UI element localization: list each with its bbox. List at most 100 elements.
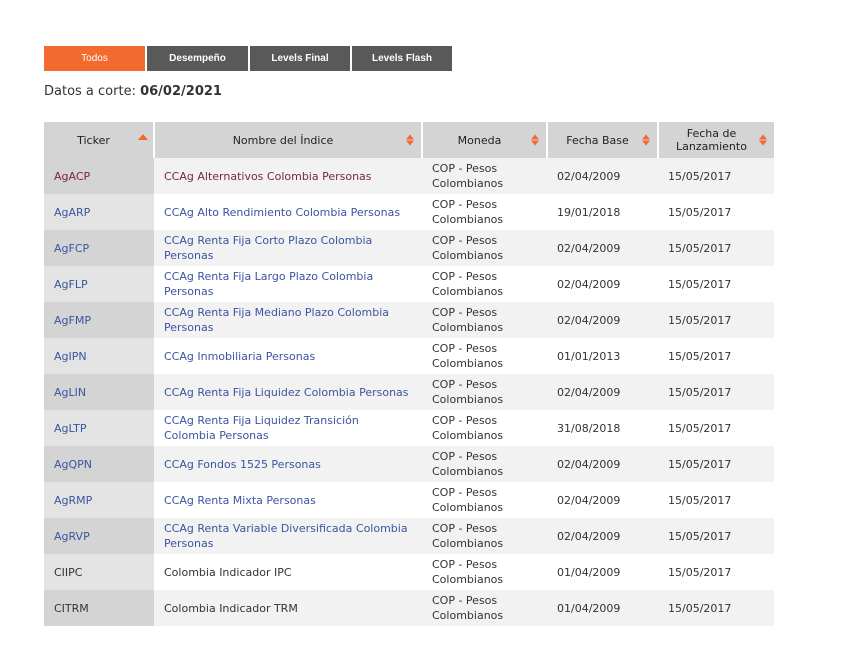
fecha-base-text: 02/04/2009	[557, 457, 621, 471]
index-name-link[interactable]: CCAg Inmobiliaria Personas	[164, 350, 315, 363]
sort-asc-icon[interactable]	[138, 134, 148, 140]
fecha-lanzamiento-text: 15/05/2017	[668, 205, 732, 219]
tab-levels-flash[interactable]: Levels Flash	[352, 46, 452, 71]
ticker-link[interactable]: AgFLP	[54, 278, 88, 291]
moneda-cell: COP - Pesos Colombianos	[422, 302, 547, 338]
tab-bar: Todos Desempeño Levels Final Levels Flas…	[44, 46, 452, 71]
fecha-base-cell: 01/01/2013	[547, 338, 658, 374]
ticker-cell: CITRM	[44, 590, 154, 626]
moneda-cell: COP - Pesos Colombianos	[422, 482, 547, 518]
sort-icon[interactable]	[759, 134, 767, 146]
ticker-cell: AgARP	[44, 194, 154, 230]
header-ticker[interactable]: Ticker	[44, 122, 155, 158]
header-name[interactable]: Nombre del Índice	[154, 122, 423, 158]
table-row: CITRM Colombia Indicador TRM COP - Pesos C…	[44, 590, 774, 626]
index-name-cell: CCAg Renta Fija Largo Plazo Colombia Per…	[154, 266, 422, 302]
moneda-text: COP - Pesos Colombianos	[432, 234, 504, 262]
index-name-link[interactable]: CCAg Renta Fija Liquidez Transición Colo…	[164, 414, 359, 442]
fecha-lanzamiento-cell: 15/05/2017	[658, 446, 774, 482]
ticker-link[interactable]: AgARP	[54, 206, 90, 219]
ticker-link[interactable]: AgRMP	[54, 494, 92, 507]
table-row: AgFLP CCAg Renta Fija Largo Plazo Colombi…	[44, 266, 774, 302]
fecha-lanzamiento-cell: 15/05/2017	[658, 374, 774, 410]
table-row: AgQPN CCAg Fondos 1525 Personas COP - Peso…	[44, 446, 774, 482]
fecha-lanzamiento-text: 15/05/2017	[668, 313, 732, 327]
fecha-lanzamiento-text: 15/05/2017	[668, 277, 732, 291]
moneda-cell: COP - Pesos Colombianos	[422, 518, 547, 554]
fecha-lanzamiento-text: 15/05/2017	[668, 565, 732, 579]
table-row: AgARP CCAg Alto Rendimiento Colombia Pers…	[44, 194, 774, 230]
fecha-lanzamiento-cell: 15/05/2017	[658, 410, 774, 446]
header-fecha-lanzamiento-label: Fecha de Lanzamiento	[676, 127, 747, 153]
fecha-lanzamiento-cell: 15/05/2017	[658, 302, 774, 338]
ticker-text: CITRM	[54, 601, 89, 615]
header-fecha-lanzamiento[interactable]: Fecha de Lanzamiento	[658, 122, 774, 158]
ticker-link[interactable]: AgFMP	[54, 314, 91, 327]
moneda-cell: COP - Pesos Colombianos	[422, 266, 547, 302]
ticker-cell: AgLIN	[44, 374, 154, 410]
moneda-cell: COP - Pesos Colombianos	[422, 374, 547, 410]
fecha-base-cell: 02/04/2009	[547, 374, 658, 410]
ticker-link[interactable]: AgLTP	[54, 422, 86, 435]
header-moneda[interactable]: Moneda	[422, 122, 548, 158]
ticker-link[interactable]: AgACP	[54, 170, 90, 183]
cut-date-label: Datos a corte:	[44, 84, 141, 99]
ticker-link[interactable]: AgIPN	[54, 350, 87, 363]
fecha-lanzamiento-cell: 15/05/2017	[658, 266, 774, 302]
fecha-lanzamiento-cell: 15/05/2017	[658, 590, 774, 626]
tab-todos[interactable]: Todos	[44, 46, 145, 71]
header-fecha-base[interactable]: Fecha Base	[547, 122, 659, 158]
fecha-base-text: 01/04/2009	[557, 565, 621, 579]
sort-icon[interactable]	[406, 134, 414, 146]
moneda-cell: COP - Pesos Colombianos	[422, 446, 547, 482]
fecha-lanzamiento-cell: 15/05/2017	[658, 194, 774, 230]
moneda-cell: COP - Pesos Colombianos	[422, 590, 547, 626]
fecha-base-cell: 02/04/2009	[547, 230, 658, 266]
ticker-cell: AgQPN	[44, 446, 154, 482]
ticker-link[interactable]: AgQPN	[54, 458, 92, 471]
index-name-link[interactable]: CCAg Alternativos Colombia Personas	[164, 170, 372, 183]
index-name-cell: CCAg Renta Variable Diversificada Colomb…	[154, 518, 422, 554]
moneda-text: COP - Pesos Colombianos	[432, 378, 504, 406]
tab-desempeno[interactable]: Desempeño	[147, 46, 248, 71]
fecha-lanzamiento-text: 15/05/2017	[668, 385, 732, 399]
fecha-lanzamiento-text: 15/05/2017	[668, 169, 732, 183]
moneda-text: COP - Pesos Colombianos	[432, 486, 504, 514]
tab-levels-final[interactable]: Levels Final	[250, 46, 350, 71]
index-name-link[interactable]: CCAg Renta Fija Largo Plazo Colombia Per…	[164, 270, 373, 298]
index-name-cell: CCAg Renta Fija Corto Plazo Colombia Per…	[154, 230, 422, 266]
header-fecha-base-label: Fecha Base	[566, 133, 629, 147]
fecha-base-text: 02/04/2009	[557, 493, 621, 507]
moneda-cell: COP - Pesos Colombianos	[422, 410, 547, 446]
table-row: AgIPN CCAg Inmobiliaria Personas COP - Pes…	[44, 338, 774, 374]
fecha-base-cell: 02/04/2009	[547, 158, 658, 194]
ticker-cell: AgFMP	[44, 302, 154, 338]
table-row: AgRMP CCAg Renta Mixta Personas COP - Peso…	[44, 482, 774, 518]
table-row: AgLIN CCAg Renta Fija Liquidez Colombia P…	[44, 374, 774, 410]
index-name-link[interactable]: CCAg Renta Fija Mediano Plazo Colombia P…	[164, 306, 389, 334]
fecha-base-cell: 02/04/2009	[547, 482, 658, 518]
fecha-base-cell: 01/04/2009	[547, 590, 658, 626]
index-name-link[interactable]: CCAg Renta Variable Diversificada Colomb…	[164, 522, 408, 550]
index-name-link[interactable]: CCAg Renta Fija Liquidez Colombia Person…	[164, 386, 409, 399]
moneda-text: COP - Pesos Colombianos	[432, 162, 504, 190]
sort-icon[interactable]	[531, 134, 539, 146]
sort-icon[interactable]	[642, 134, 650, 146]
moneda-text: COP - Pesos Colombianos	[432, 306, 504, 334]
fecha-base-text: 02/04/2009	[557, 241, 621, 255]
ticker-link[interactable]: AgLIN	[54, 386, 86, 399]
table-row: AgLTP CCAg Renta Fija Liquidez Transición…	[44, 410, 774, 446]
ticker-link[interactable]: AgFCP	[54, 242, 89, 255]
index-name-link[interactable]: CCAg Renta Fija Corto Plazo Colombia Per…	[164, 234, 372, 262]
table-body: AgACP CCAg Alternativos Colombia Personas…	[44, 158, 774, 626]
moneda-cell: COP - Pesos Colombianos	[422, 338, 547, 374]
fecha-lanzamiento-text: 15/05/2017	[668, 529, 732, 543]
moneda-cell: COP - Pesos Colombianos	[422, 194, 547, 230]
ticker-link[interactable]: AgRVP	[54, 530, 90, 543]
index-name-link[interactable]: CCAg Alto Rendimiento Colombia Personas	[164, 206, 400, 219]
table-row: AgRVP CCAg Renta Variable Diversificada C…	[44, 518, 774, 554]
index-name-link[interactable]: CCAg Renta Mixta Personas	[164, 494, 316, 507]
index-name-link[interactable]: CCAg Fondos 1525 Personas	[164, 458, 321, 471]
fecha-base-text: 19/01/2018	[557, 205, 621, 219]
ticker-cell: AgFCP	[44, 230, 154, 266]
